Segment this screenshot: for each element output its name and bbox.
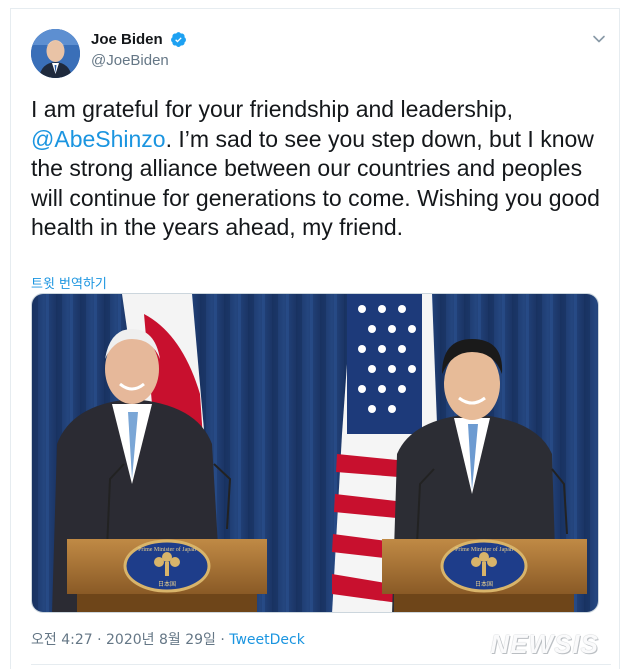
divider — [31, 664, 611, 665]
press-conference-photo: Prime Minister of Japan 日本国 Prime Minist… — [32, 294, 598, 612]
podium-seal-label-right: Prime Minister of Japan — [455, 546, 513, 553]
translate-tweet-link[interactable]: 트윗 번역하기 — [31, 273, 107, 292]
user-name-block: Joe Biden @JoeBiden — [91, 31, 187, 69]
avatar-image — [31, 29, 80, 78]
mention-link[interactable]: @AbeShinzo — [31, 126, 166, 152]
chevron-down-icon[interactable] — [591, 31, 607, 47]
tweet-photo[interactable]: Prime Minister of Japan 日本国 Prime Minist… — [31, 293, 599, 613]
podium-seal-sub-left: 日本国 — [158, 580, 176, 588]
podium-seal-sub-right: 日本国 — [475, 580, 493, 588]
podium-seal-label-left: Prime Minister of Japan — [138, 546, 196, 553]
tweet-header: Joe Biden @JoeBiden — [31, 19, 611, 78]
avatar[interactable] — [31, 29, 80, 78]
tweet-text-part-1: I am grateful for your friendship and le… — [31, 96, 513, 122]
newsis-watermark: NEWSIS — [490, 629, 599, 659]
verified-badge-icon — [171, 32, 187, 48]
tweet-source-link[interactable]: TweetDeck — [229, 632, 305, 648]
user-handle[interactable]: @JoeBiden — [91, 52, 187, 69]
tweet-meta: 오전 4:27 · 2020년 8월 29일 · TweetDeck — [31, 629, 305, 649]
tweet-card: Joe Biden @JoeBiden I am grateful for yo… — [10, 8, 620, 669]
display-name[interactable]: Joe Biden — [91, 31, 163, 48]
tweet-timestamp[interactable]: 오전 4:27 · 2020년 8월 29일 — [31, 632, 216, 648]
tweet-text: I am grateful for your friendship and le… — [31, 95, 601, 243]
meta-separator: · — [215, 632, 230, 648]
